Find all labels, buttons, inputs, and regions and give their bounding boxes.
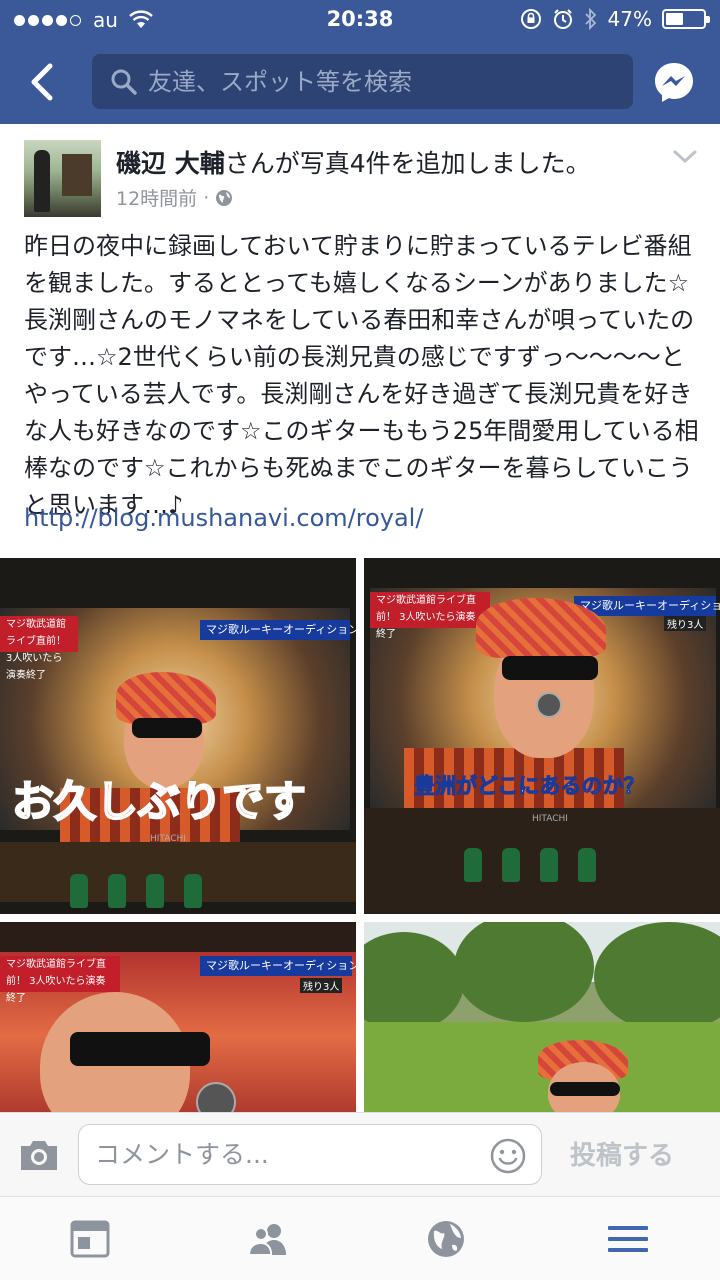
post-comment-button[interactable]: 投稿する	[570, 1135, 674, 1172]
post-options-chevron-icon[interactable]	[672, 148, 698, 166]
post-header: 磯辺 大輔さんが写真4件を追加しました。	[116, 144, 591, 180]
photo-banner-right: マジ歌ルーキーオーディション	[200, 956, 356, 976]
photo-banner-right: マジ歌ルーキーオーディション	[200, 620, 356, 640]
back-button[interactable]	[22, 60, 62, 104]
post-action: さんが写真4件を追加しました。	[224, 149, 591, 178]
search-box[interactable]	[92, 54, 633, 109]
news-feed-icon	[70, 1220, 110, 1258]
chevron-left-icon	[31, 63, 53, 101]
status-bar: au 20:38 47%	[0, 0, 720, 40]
tab-menu[interactable]	[606, 1219, 650, 1259]
rotation-lock-icon	[520, 9, 541, 29]
tv-brand: HITACHI	[150, 834, 186, 844]
feed-post: 磯辺 大輔さんが写真4件を追加しました。 12時間前 · 昨日の夜中に録画してお…	[0, 124, 720, 1112]
alarm-icon	[553, 9, 572, 29]
photo-1[interactable]: マジ歌武道館ライブ直前！ 3人吹いたら演奏終了 マジ歌ルーキーオーディション お…	[0, 558, 356, 914]
photo-grid: マジ歌武道館ライブ直前！ 3人吹いたら演奏終了 マジ歌ルーキーオーディション お…	[0, 558, 720, 1112]
photo-sub-banner: 残り3人	[300, 978, 343, 993]
globe-icon	[428, 1221, 464, 1257]
photo-4[interactable]	[364, 922, 720, 1112]
photo-banner-left: マジ歌武道館ライブ直前！ 3人吹いたら演奏終了	[0, 956, 120, 1004]
author-avatar[interactable]	[24, 140, 101, 217]
messenger-icon	[655, 63, 693, 102]
photo-3[interactable]: マジ歌武道館ライブ直前！ 3人吹いたら演奏終了 マジ歌ルーキーオーディション 残…	[0, 922, 356, 1112]
photo-banner-left: マジ歌武道館ライブ直前！ 3人吹いたら演奏終了	[0, 616, 78, 681]
post-meta: 12時間前 ·	[116, 184, 233, 211]
tab-notifications[interactable]	[424, 1219, 468, 1259]
comment-bar: 投稿する	[0, 1112, 720, 1196]
status-right: 47%	[520, 7, 710, 31]
search-icon	[111, 69, 137, 95]
top-bar: au 20:38 47% 友達、スポット等を検索	[0, 0, 720, 124]
photo-caption: 豊洲がどこにあるのか？	[413, 774, 645, 799]
tv-brand: HITACHI	[532, 814, 568, 824]
photo-banner-left: マジ歌武道館ライブ直前！ 3人吹いたら演奏終了	[370, 592, 490, 640]
tab-news-feed[interactable]	[68, 1219, 112, 1259]
comment-input[interactable]	[95, 1125, 485, 1184]
nav-bar	[0, 40, 720, 124]
messenger-button[interactable]	[652, 60, 696, 104]
photo-2[interactable]: マジ歌武道館ライブ直前！ 3人吹いたら演奏終了 マジ歌ルーキーオーディション 残…	[364, 558, 720, 914]
post-link[interactable]: http://blog.mushanavi.com/royal/	[24, 504, 423, 532]
meta-separator: ·	[203, 186, 210, 209]
photo-caption: お久しぶりです	[11, 776, 307, 827]
tab-friends[interactable]	[246, 1219, 290, 1259]
photo-sub-banner: 残り3人	[664, 616, 707, 631]
bottom-tab-bar	[0, 1196, 720, 1280]
globe-icon	[216, 189, 233, 206]
battery-icon	[662, 9, 710, 29]
emoji-icon[interactable]	[489, 1137, 527, 1175]
search-input[interactable]	[148, 54, 618, 109]
menu-icon	[608, 1226, 648, 1252]
post-body: 昨日の夜中に録画しておいて貯まりに貯まっているテレビ番組を観ました。するととって…	[24, 232, 699, 519]
friends-icon	[247, 1224, 286, 1256]
comment-field[interactable]	[78, 1124, 542, 1185]
author-name[interactable]: 磯辺 大輔	[116, 149, 225, 178]
bluetooth-icon	[584, 8, 596, 30]
battery-percent: 47%	[607, 7, 652, 31]
camera-icon[interactable]	[18, 1137, 60, 1173]
post-time[interactable]: 12時間前	[116, 184, 197, 211]
